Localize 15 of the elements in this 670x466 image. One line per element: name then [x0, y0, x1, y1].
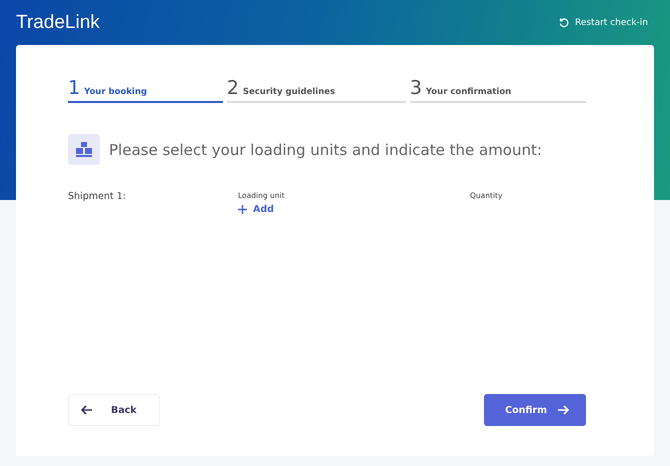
arrow-right-icon [557, 405, 569, 415]
plus-icon [238, 205, 247, 214]
back-button[interactable]: Back [68, 394, 160, 426]
pallet-icon [68, 134, 100, 165]
brand-logo: TradeLink [16, 12, 100, 34]
restart-icon [558, 18, 569, 28]
section-heading: Please select your loading units and indicate the amount: [109, 140, 542, 158]
confirm-button[interactable]: Confirm [484, 394, 586, 426]
step-tab[interactable]: 1 Your booking [68, 77, 223, 103]
add-button[interactable]: Add [238, 204, 274, 215]
shipment-label: Shipment 1: [68, 191, 127, 204]
arrow-left-icon [81, 405, 93, 415]
step-tab[interactable]: 3 Your confirmation [410, 77, 586, 103]
step-tab[interactable]: 2 Security guidelines [226, 77, 406, 103]
restart-button[interactable]: Restart check-in [558, 18, 648, 28]
